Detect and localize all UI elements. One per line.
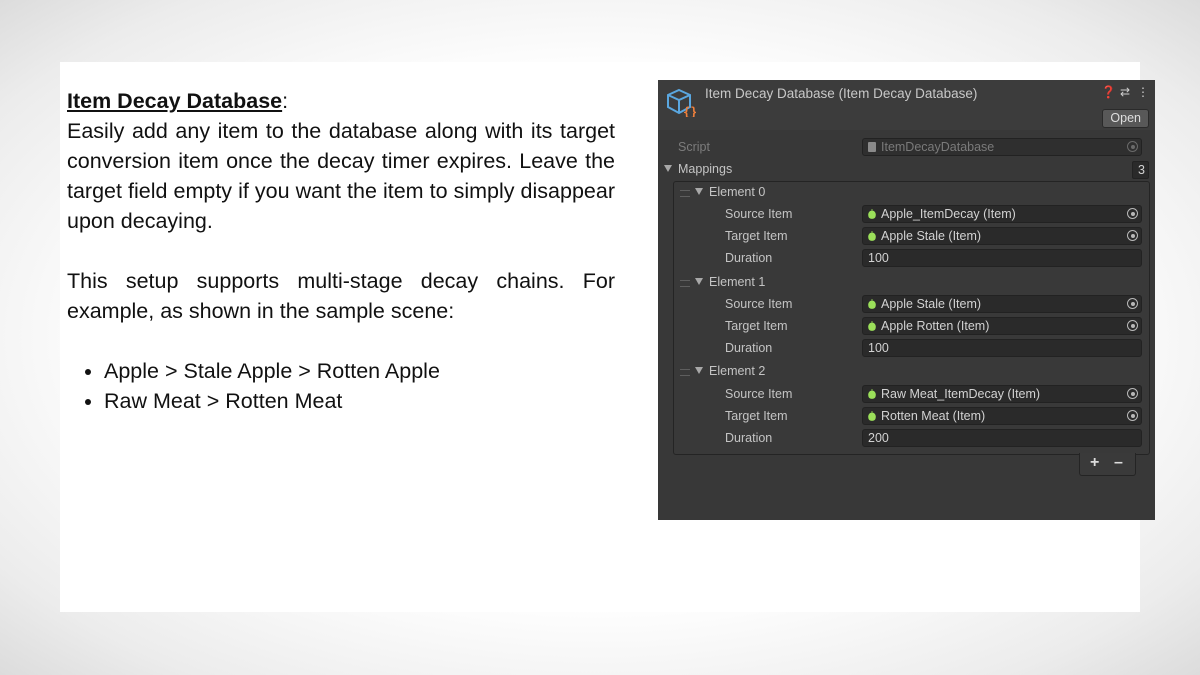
paragraph-chains: This setup supports multi-stage decay ch… bbox=[67, 269, 615, 323]
svg-text:{}: {} bbox=[683, 105, 696, 117]
target-item-value: Apple Stale (Item) bbox=[881, 229, 982, 243]
duration-field[interactable]: 200 bbox=[862, 429, 1142, 447]
object-picker-icon[interactable] bbox=[1127, 410, 1138, 421]
element-foldout[interactable]: Element 2 bbox=[695, 364, 765, 378]
drag-handle-icon[interactable] bbox=[680, 369, 690, 376]
heading: Item Decay Database bbox=[67, 89, 283, 113]
description-column: Item Decay Database: Easily add any item… bbox=[67, 86, 615, 416]
help-icon[interactable]: ❓ bbox=[1101, 85, 1116, 99]
list-footer: + – bbox=[1079, 453, 1136, 476]
inspector-panel: {} Item Decay Database (Item Decay Datab… bbox=[658, 80, 1155, 520]
item-icon bbox=[868, 209, 876, 219]
element-header[interactable]: Element 2 bbox=[658, 361, 1155, 383]
foldout-arrow-icon bbox=[695, 188, 703, 195]
target-item-value: Rotten Meat (Item) bbox=[881, 409, 986, 423]
object-picker-icon[interactable] bbox=[1127, 320, 1138, 331]
mappings-size-field[interactable]: 3 bbox=[1132, 161, 1149, 179]
source-item-value: Raw Meat_ItemDecay (Item) bbox=[881, 387, 1041, 401]
element-header[interactable]: Element 1 bbox=[658, 272, 1155, 294]
settings-sliders-icon[interactable]: ⇄ bbox=[1119, 85, 1131, 99]
item-icon bbox=[868, 299, 876, 309]
target-item-value: Apple Rotten (Item) bbox=[881, 319, 990, 333]
mappings-label: Mappings bbox=[678, 162, 733, 176]
object-picker-icon[interactable] bbox=[1127, 388, 1138, 399]
source-item-row: Source Item Raw Meat_ItemDecay (Item) bbox=[658, 384, 1155, 406]
target-item-label: Target Item bbox=[725, 319, 788, 333]
header-icons: ❓ ⇄ ⋮ bbox=[1101, 85, 1149, 99]
bullet-item: Raw Meat > Rotten Meat bbox=[104, 386, 615, 416]
item-icon bbox=[868, 321, 876, 331]
source-item-field[interactable]: Apple_ItemDecay (Item) bbox=[862, 205, 1142, 223]
object-picker-icon[interactable] bbox=[1127, 208, 1138, 219]
element-label: Element 1 bbox=[709, 275, 766, 289]
script-label: Script bbox=[678, 140, 710, 154]
bullet-item: Apple > Stale Apple > Rotten Apple bbox=[104, 356, 615, 386]
source-item-field[interactable]: Raw Meat_ItemDecay (Item) bbox=[862, 385, 1142, 403]
target-item-field[interactable]: Apple Rotten (Item) bbox=[862, 317, 1142, 335]
duration-field[interactable]: 100 bbox=[862, 249, 1142, 267]
script-value: ItemDecayDatabase bbox=[881, 140, 995, 154]
foldout-arrow-icon bbox=[664, 165, 672, 172]
paragraph-intro: Easily add any item to the database alon… bbox=[67, 119, 615, 233]
source-item-value: Apple Stale (Item) bbox=[881, 297, 982, 311]
item-icon bbox=[868, 231, 876, 241]
duration-label: Duration bbox=[725, 431, 773, 445]
duration-row: Duration 100 bbox=[658, 248, 1155, 270]
remove-element-button[interactable]: – bbox=[1114, 454, 1123, 472]
foldout-arrow-icon bbox=[695, 278, 703, 285]
target-item-label: Target Item bbox=[725, 229, 788, 243]
target-item-row: Target Item Apple Rotten (Item) bbox=[658, 316, 1155, 338]
open-button[interactable]: Open bbox=[1102, 109, 1149, 128]
source-item-label: Source Item bbox=[725, 297, 793, 311]
scriptable-object-icon: {} bbox=[667, 88, 696, 117]
source-item-row: Source Item Apple Stale (Item) bbox=[658, 294, 1155, 316]
more-vert-icon[interactable]: ⋮ bbox=[1137, 85, 1149, 99]
item-icon bbox=[868, 389, 876, 399]
source-item-label: Source Item bbox=[725, 207, 793, 221]
bullet-list: Apple > Stale Apple > Rotten Apple Raw M… bbox=[67, 356, 615, 416]
duration-field[interactable]: 100 bbox=[862, 339, 1142, 357]
target-item-label: Target Item bbox=[725, 409, 788, 423]
element-label: Element 2 bbox=[709, 364, 766, 378]
target-item-field[interactable]: Apple Stale (Item) bbox=[862, 227, 1142, 245]
target-item-row: Target Item Rotten Meat (Item) bbox=[658, 406, 1155, 428]
heading-line: Item Decay Database: bbox=[67, 86, 615, 116]
source-item-value: Apple_ItemDecay (Item) bbox=[881, 207, 1016, 221]
script-row: Script ItemDecayDatabase bbox=[658, 137, 1155, 159]
mappings-foldout[interactable]: Mappings bbox=[664, 162, 732, 176]
target-item-field[interactable]: Rotten Meat (Item) bbox=[862, 407, 1142, 425]
duration-label: Duration bbox=[725, 251, 773, 265]
duration-row: Duration 100 bbox=[658, 338, 1155, 360]
duration-row: Duration 200 bbox=[658, 428, 1155, 450]
source-item-field[interactable]: Apple Stale (Item) bbox=[862, 295, 1142, 313]
object-picker-icon[interactable] bbox=[1127, 230, 1138, 241]
object-picker-icon[interactable] bbox=[1127, 298, 1138, 309]
mappings-row[interactable]: Mappings 3 bbox=[658, 159, 1155, 181]
script-field: ItemDecayDatabase bbox=[862, 138, 1142, 156]
drag-handle-icon[interactable] bbox=[680, 280, 690, 287]
item-icon bbox=[868, 411, 876, 421]
duration-label: Duration bbox=[725, 341, 773, 355]
source-item-row: Source Item Apple_ItemDecay (Item) bbox=[658, 204, 1155, 226]
script-file-icon bbox=[868, 142, 876, 152]
inspector-header: {} Item Decay Database (Item Decay Datab… bbox=[658, 80, 1155, 130]
foldout-arrow-icon bbox=[695, 367, 703, 374]
drag-handle-icon[interactable] bbox=[680, 190, 690, 197]
element-foldout[interactable]: Element 1 bbox=[695, 275, 765, 289]
target-item-row: Target Item Apple Stale (Item) bbox=[658, 226, 1155, 248]
heading-colon: : bbox=[282, 89, 289, 113]
source-item-label: Source Item bbox=[725, 387, 793, 401]
element-header[interactable]: Element 0 bbox=[658, 182, 1155, 204]
add-element-button[interactable]: + bbox=[1090, 454, 1099, 472]
element-foldout[interactable]: Element 0 bbox=[695, 185, 765, 199]
element-label: Element 0 bbox=[709, 185, 766, 199]
inspector-title: Item Decay Database (Item Decay Database… bbox=[705, 86, 978, 101]
object-picker-icon bbox=[1127, 141, 1138, 152]
